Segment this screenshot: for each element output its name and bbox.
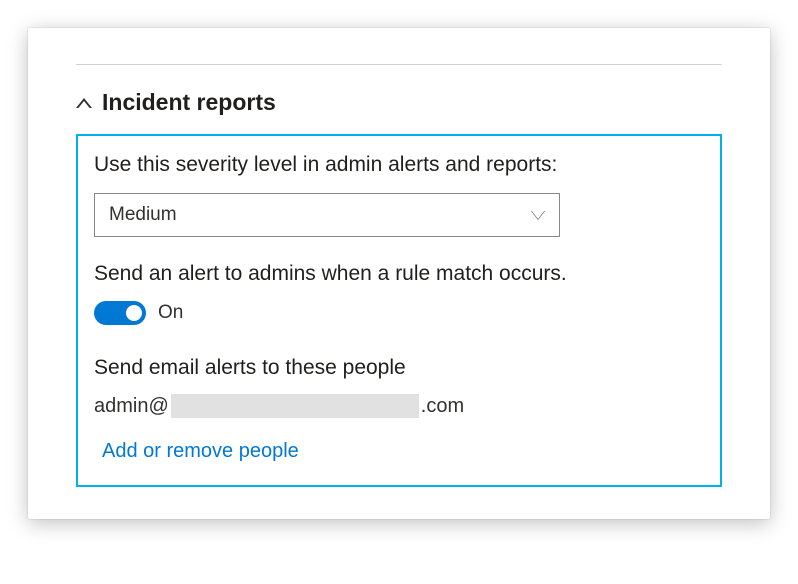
email-suffix: .com <box>421 395 464 418</box>
severity-dropdown[interactable]: Medium <box>94 193 560 237</box>
severity-dropdown-value: Medium <box>109 204 177 226</box>
section-header[interactable]: Incident reports <box>76 89 722 116</box>
email-alerts-label: Send email alerts to these people <box>94 353 704 382</box>
panel-content: Incident reports Use this severity level… <box>76 64 722 487</box>
email-prefix: admin@ <box>94 395 169 418</box>
chevron-up-icon <box>76 98 92 108</box>
severity-label: Use this severity level in admin alerts … <box>94 150 704 179</box>
add-remove-people-link[interactable]: Add or remove people <box>102 440 299 463</box>
alert-toggle-state: On <box>158 302 183 324</box>
incident-reports-panel: Incident reports Use this severity level… <box>28 28 770 519</box>
alert-toggle[interactable] <box>94 301 146 325</box>
settings-highlight-box: Use this severity level in admin alerts … <box>76 134 722 487</box>
toggle-knob <box>126 305 142 321</box>
section-title: Incident reports <box>102 89 276 116</box>
chevron-down-icon <box>531 211 545 220</box>
alert-label: Send an alert to admins when a rule matc… <box>94 259 704 288</box>
email-recipient-row: admin@ .com <box>94 394 704 418</box>
email-redacted-domain <box>171 394 419 418</box>
alert-toggle-row: On <box>94 301 704 325</box>
